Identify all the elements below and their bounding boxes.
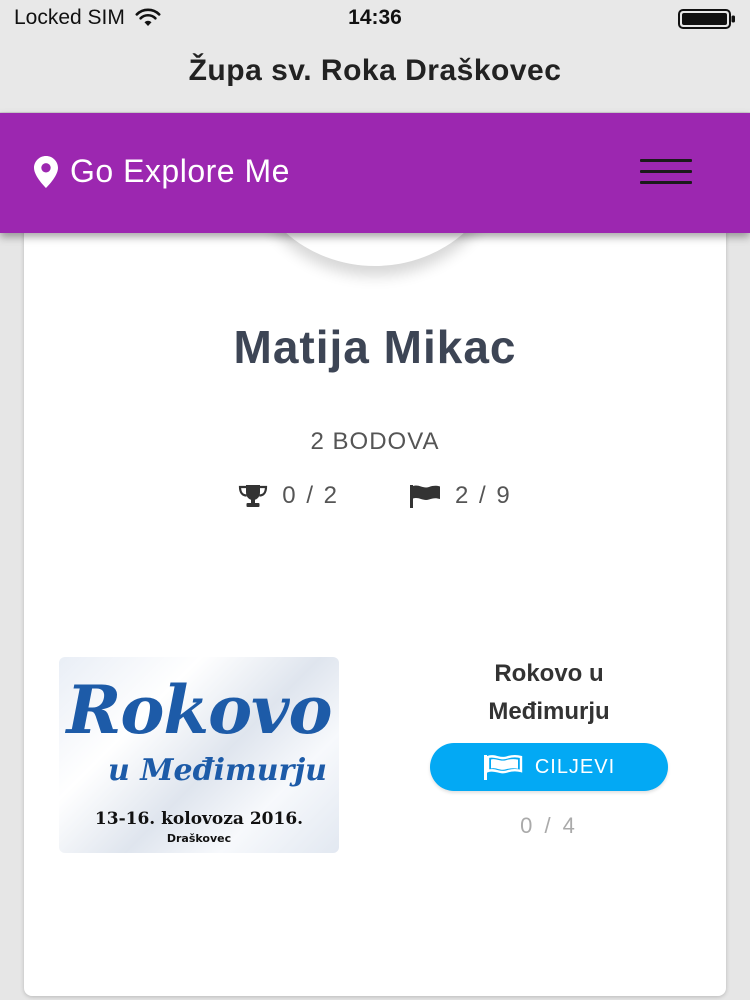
goals-progress: 0 / 4 (520, 813, 578, 838)
event-image[interactable]: Rokovo u Međimurju 13-16. kolovoza 2016.… (59, 657, 339, 853)
flag-icon (410, 485, 440, 508)
trophy-count: 0 / 2 (282, 482, 339, 509)
event-info: Rokovo u Međimurju CILJEVI 0 / 4 (414, 655, 684, 839)
event-title[interactable]: Rokovo u Međimurju (414, 655, 684, 731)
screen: Locked SIM 14:36 Župa sv. Roka Draškovec… (0, 0, 750, 1000)
hamburger-menu-icon[interactable] (640, 157, 692, 187)
app-header: Go Explore Me (0, 113, 750, 233)
poster-subtitle: u Međimurju (108, 753, 327, 788)
event-title-line1: Rokovo u (494, 660, 604, 687)
stats-row: 0 / 2 2 / 9 (24, 482, 726, 510)
trophy-stat: 0 / 2 (238, 482, 339, 510)
user-name: Matija Mikac (233, 321, 517, 373)
map-marker-icon (34, 155, 58, 188)
points-label: 2 BODOVA (310, 428, 440, 455)
poster-dates: 13-16. kolovoza 2016. (94, 809, 304, 829)
flag-count: 2 / 9 (455, 482, 512, 509)
poster-title: Rokovo (66, 671, 333, 749)
flag-stat: 2 / 9 (409, 482, 512, 510)
goals-button-label: CILJEVI (534, 755, 616, 778)
event-title-line2: Međimurju (488, 698, 610, 725)
brand-label: Go Explore Me (70, 153, 290, 189)
flag-icon (483, 754, 523, 780)
brand-link[interactable]: Go Explore Me (34, 153, 290, 190)
status-bar: Locked SIM 14:36 (0, 0, 750, 38)
navigation-bar: Župa sv. Roka Draškovec (0, 38, 750, 113)
poster-place: Draškovec (166, 832, 232, 845)
status-time: 14:36 (348, 6, 402, 29)
goals-button[interactable]: CILJEVI (430, 743, 668, 791)
nav-title: Župa sv. Roka Draškovec (188, 54, 562, 87)
trophy-icon (239, 485, 268, 507)
profile-card: Matija Mikac 2 BODOVA 0 / 2 2 / 9 Rokovo… (24, 200, 726, 996)
battery-icon (678, 9, 735, 29)
